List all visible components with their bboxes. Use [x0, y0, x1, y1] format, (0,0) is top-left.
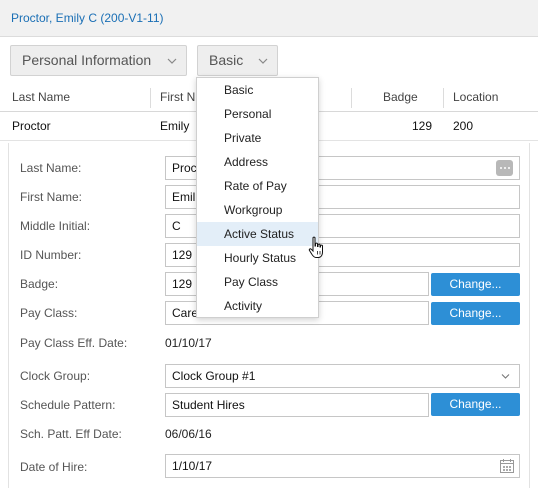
schedule-pattern-label: Schedule Pattern: — [20, 398, 116, 412]
sch-patt-eff-date-value: 06/06/16 — [165, 427, 212, 441]
view-selector[interactable]: Personal Information — [10, 45, 187, 76]
menu-item-rate-of-pay[interactable]: Rate of Pay — [197, 174, 318, 198]
pay-class-eff-date-value: 01/10/17 — [165, 336, 212, 350]
pay-class-value: Care — [172, 306, 199, 320]
menu-item-personal[interactable]: Personal — [197, 102, 318, 126]
ellipsis-icon[interactable] — [496, 160, 513, 176]
section-selector[interactable]: Basic — [197, 45, 278, 76]
id-number-label: ID Number: — [20, 248, 82, 262]
cell-first-name: Emily — [160, 119, 190, 133]
menu-item-hourly-status[interactable]: Hourly Status — [197, 246, 318, 270]
record-header: Proctor, Emily C (200-V1-11) — [0, 0, 538, 37]
menu-item-private[interactable]: Private — [197, 126, 318, 150]
change-schedule-pattern-button[interactable]: Change... — [431, 393, 520, 416]
menu-item-basic[interactable]: Basic — [197, 78, 318, 102]
calendar-icon[interactable] — [499, 458, 515, 474]
section-dropdown-menu: Basic Personal Private Address Rate of P… — [196, 77, 319, 318]
column-last-name[interactable]: Last Name — [12, 90, 70, 104]
sch-patt-eff-date-label: Sch. Patt. Eff Date: — [20, 427, 122, 441]
menu-item-active-status[interactable]: Active Status — [197, 222, 318, 246]
chevron-down-icon — [501, 374, 510, 379]
column-badge[interactable]: Badge — [383, 90, 418, 104]
chevron-down-icon — [258, 58, 268, 64]
chevron-down-icon — [167, 58, 177, 64]
change-pay-class-button[interactable]: Change... — [431, 302, 520, 325]
change-badge-button[interactable]: Change... — [431, 273, 520, 296]
cell-last-name: Proctor — [12, 119, 51, 133]
schedule-pattern-field[interactable]: Student Hires — [165, 393, 429, 417]
date-of-hire-field[interactable]: 1/10/17 — [165, 454, 520, 478]
date-of-hire-value: 1/10/17 — [172, 459, 213, 473]
badge-value: 129 — [172, 277, 193, 291]
column-divider — [443, 88, 444, 108]
clock-group-value: Clock Group #1 — [172, 369, 256, 383]
date-of-hire-label: Date of Hire: — [20, 460, 88, 474]
middle-initial-value: C — [172, 219, 181, 233]
middle-initial-label: Middle Initial: — [20, 219, 91, 233]
cell-location: 200 — [453, 119, 474, 133]
badge-label: Badge: — [20, 277, 59, 291]
last-name-value: Proc — [172, 161, 197, 175]
menu-item-address[interactable]: Address — [197, 150, 318, 174]
column-location[interactable]: Location — [453, 90, 498, 104]
pay-class-label: Pay Class: — [20, 306, 78, 320]
menu-item-workgroup[interactable]: Workgroup — [197, 198, 318, 222]
last-name-label: Last Name: — [20, 161, 82, 175]
first-name-label: First Name: — [20, 190, 83, 204]
view-selector-label: Personal Information — [22, 52, 152, 68]
column-first-name[interactable]: First N — [160, 90, 195, 104]
employee-title[interactable]: Proctor, Emily C (200-V1-11) — [11, 11, 164, 25]
menu-item-pay-class[interactable]: Pay Class — [197, 270, 318, 294]
id-number-value: 129 — [172, 248, 193, 262]
menu-item-activity[interactable]: Activity — [197, 294, 318, 318]
schedule-pattern-value: Student Hires — [172, 398, 245, 412]
cell-badge: 129 — [412, 119, 433, 133]
column-divider — [150, 88, 151, 108]
column-divider — [351, 88, 352, 108]
first-name-value: Emil — [172, 190, 196, 204]
pay-class-eff-date-label: Pay Class Eff. Date: — [20, 336, 128, 350]
section-selector-label: Basic — [209, 52, 244, 68]
clock-group-select[interactable]: Clock Group #1 — [165, 364, 520, 388]
clock-group-label: Clock Group: — [20, 369, 91, 383]
